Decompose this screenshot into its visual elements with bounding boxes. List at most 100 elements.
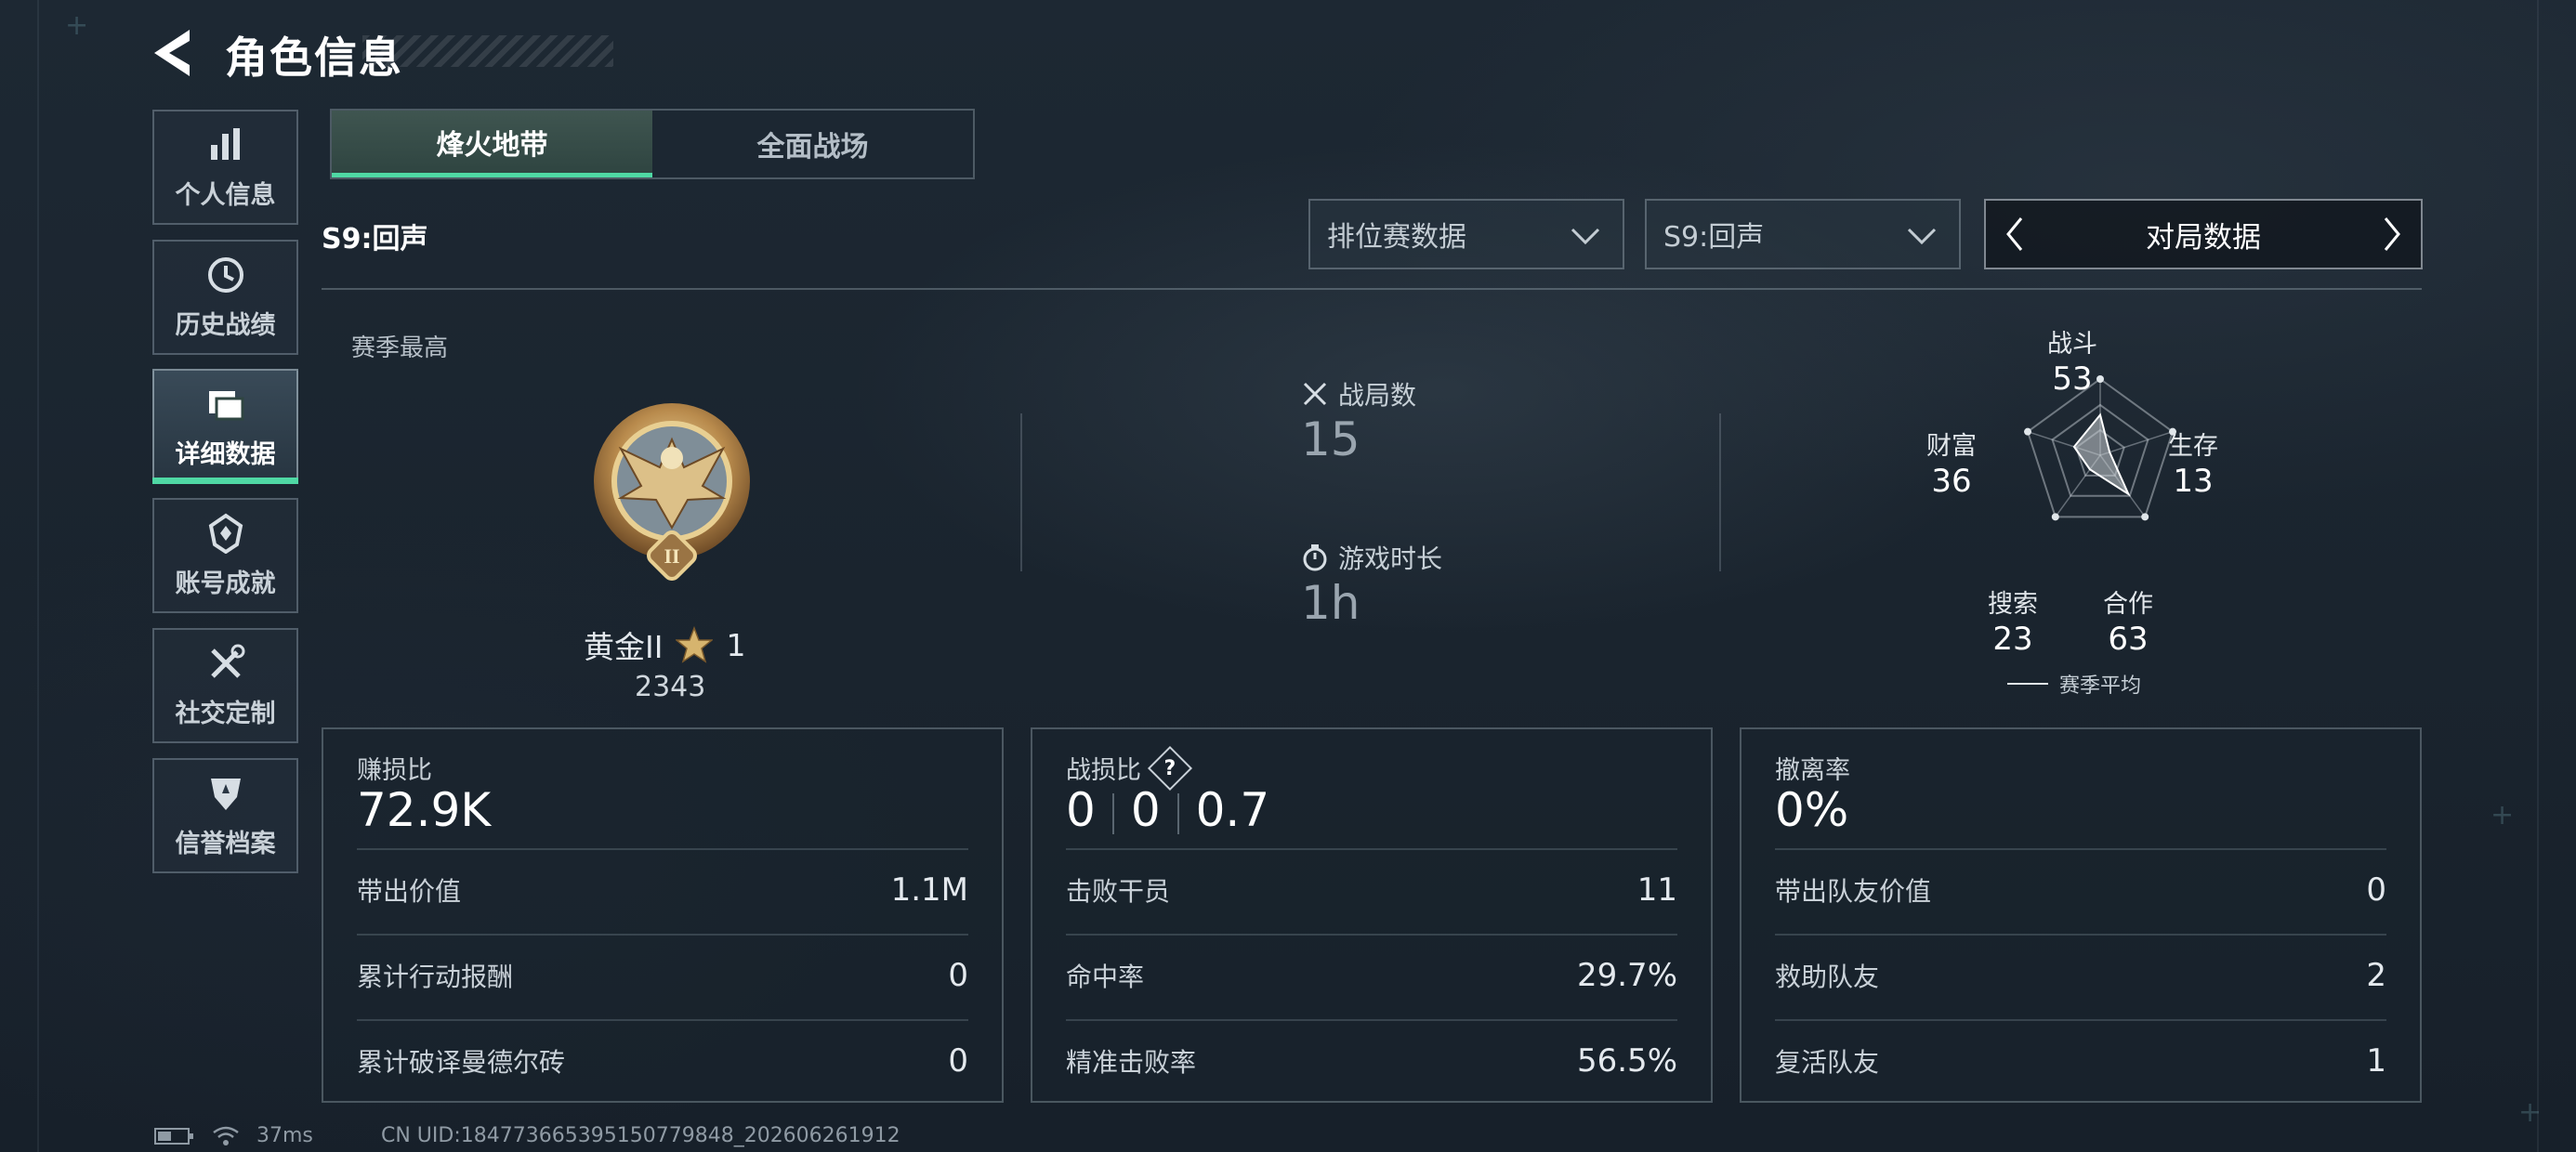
row-value: 56.5% [1576,1042,1677,1080]
row-value: 0 [948,1042,968,1080]
sidebar-item-label: 历史战绩 [175,310,276,340]
tab-full-battlefield[interactable]: 全面战场 [652,111,973,177]
row-divider [357,1019,968,1021]
sidebar-item-detailed-data[interactable]: 详细数据 [152,369,298,484]
row-label: 复活队友 [1775,1047,1880,1078]
tab-warzone[interactable]: 烽火地带 [332,111,652,177]
extraction-title-text: 撤离率 [1775,756,1850,785]
screen: { "header": { "title": "角色信息" }, "sideba… [0,0,2576,1152]
combat-value-3: 0.7 [1195,783,1270,837]
combat-title: 战损比 ? [1066,745,1193,791]
radar-axis-dot [2141,513,2149,521]
uid-text: CN UID:184773665395150779848_20260626191… [381,1124,900,1147]
sidebar-item-history[interactable]: 历史战绩 [152,240,298,355]
matches-stat: 战局数 [1301,375,1416,412]
combat-panel: 战损比 ? 0 0 0.7 击败干员 11 命中率 29.7% 精准击败率 56.5… [1031,727,1713,1103]
radar-label-cooperation: 合作 [2103,590,2153,619]
chevron-down-icon [1907,228,1937,245]
next-view-button[interactable] [2367,201,2417,268]
row-label: 命中率 [1066,962,1145,992]
gold-rank-medal-icon: II [594,403,750,581]
view-selector: 对局数据 [1984,199,2423,269]
crossed-swords-icon [1303,382,1327,406]
legend-line [2007,683,2048,685]
stat-row: 精准击败率 56.5% [1066,1033,1677,1089]
back-arrow-icon [154,30,190,76]
tools-icon [210,644,244,678]
chevron-left-icon [2006,217,2023,251]
stat-row: 击败干员 11 [1066,862,1677,918]
stat-row: 带出队友价值 0 [1775,862,2386,918]
row-label: 击败干员 [1066,876,1171,907]
back-button[interactable] [151,26,197,80]
decor-cross: + [65,9,89,42]
ping-value: 37ms [256,1124,313,1147]
data-type-dropdown[interactable]: 排位赛数据 [1308,199,1624,269]
radar-axis-dot [2024,427,2032,436]
profit-panel: 赚损比 72.9K 带出价值 1.1M 累计行动报酬 0 累计破译曼德尔砖 0 [322,727,1004,1103]
shield-icon [210,778,241,810]
combat-title-text: 战损比 [1066,756,1141,785]
radar-label-wealth: 财富 [1926,432,1977,461]
prev-view-button[interactable] [1990,201,2040,268]
playtime-stat: 游戏时长 [1301,539,1442,576]
sidebar-item-label: 社交定制 [175,699,276,728]
sidebar-item-reputation[interactable]: 信誉档案 [152,758,298,873]
rank-stars: 1 [726,626,746,663]
stat-row: 救助队友 2 [1775,948,2386,1003]
sidebar-item-social[interactable]: 社交定制 [152,628,298,743]
frame-line [37,0,39,1152]
svg-text:II: II [664,544,679,568]
combat-value-1: 0 [1066,783,1096,837]
active-indicator [152,478,298,484]
radar-value-cooperation: 63 [2108,621,2149,658]
status-bar: 37ms [154,1124,313,1147]
season-value: S9:回声 [1663,221,1765,254]
chevron-down-icon [1571,228,1600,245]
row-divider [357,848,968,850]
value-separator [1111,792,1114,834]
sidebar-item-label: 个人信息 [175,180,276,210]
sidebar-item-label: 账号成就 [175,569,276,598]
playtime-label: 游戏时长 [1338,543,1443,574]
wifi-icon [213,1126,239,1145]
row-label: 精准击败率 [1066,1047,1197,1078]
stat-row: 累计行动报酬 0 [357,948,968,1003]
section-divider [322,288,2422,290]
frame-line [2537,0,2539,1152]
row-label: 累计破译曼德尔砖 [357,1047,566,1078]
help-icon-glyph: ? [1163,755,1176,779]
clock-icon [207,256,243,293]
profit-value: 72.9K [357,783,492,837]
radar-label-survival: 生存 [2168,432,2218,461]
row-value: 1 [2366,1042,2386,1080]
bar-chart-icon [210,127,240,160]
stat-row: 带出价值 1.1M [357,862,968,918]
value-separator [1176,792,1179,834]
row-divider [1066,934,1677,936]
row-label: 累计行动报酬 [357,962,514,992]
decor-cross: + [2518,1096,2543,1129]
folder-icon [208,390,243,420]
stat-row: 累计破译曼德尔砖 0 [357,1033,968,1089]
radar-label-combat: 战斗 [2047,330,2097,359]
sidebar-item-achievements[interactable]: 账号成就 [152,498,298,613]
extraction-title: 撤离率 [1775,750,1850,786]
playtime-value: 1h [1301,576,1360,630]
row-divider [357,934,968,936]
row-value: 29.7% [1576,957,1677,994]
combat-value-2: 0 [1130,783,1161,837]
matches-label: 战局数 [1338,380,1417,411]
profit-title-text: 赚损比 [357,756,432,785]
extraction-value: 0% [1775,783,1849,837]
radar-label-search: 搜索 [1988,590,2038,619]
season-dropdown[interactable]: S9:回声 [1645,199,1961,269]
row-label: 带出队友价值 [1775,876,1932,907]
row-divider [1775,848,2386,850]
radar-legend: 赛季平均 [2007,669,2141,699]
row-value: 1.1M [890,871,968,909]
sidebar-item-personal-info[interactable]: 个人信息 [152,110,298,225]
sidebar-item-label: 详细数据 [175,439,276,469]
radar-value-combat: 53 [2052,360,2093,398]
rank-row: 黄金II 1 [584,622,745,667]
